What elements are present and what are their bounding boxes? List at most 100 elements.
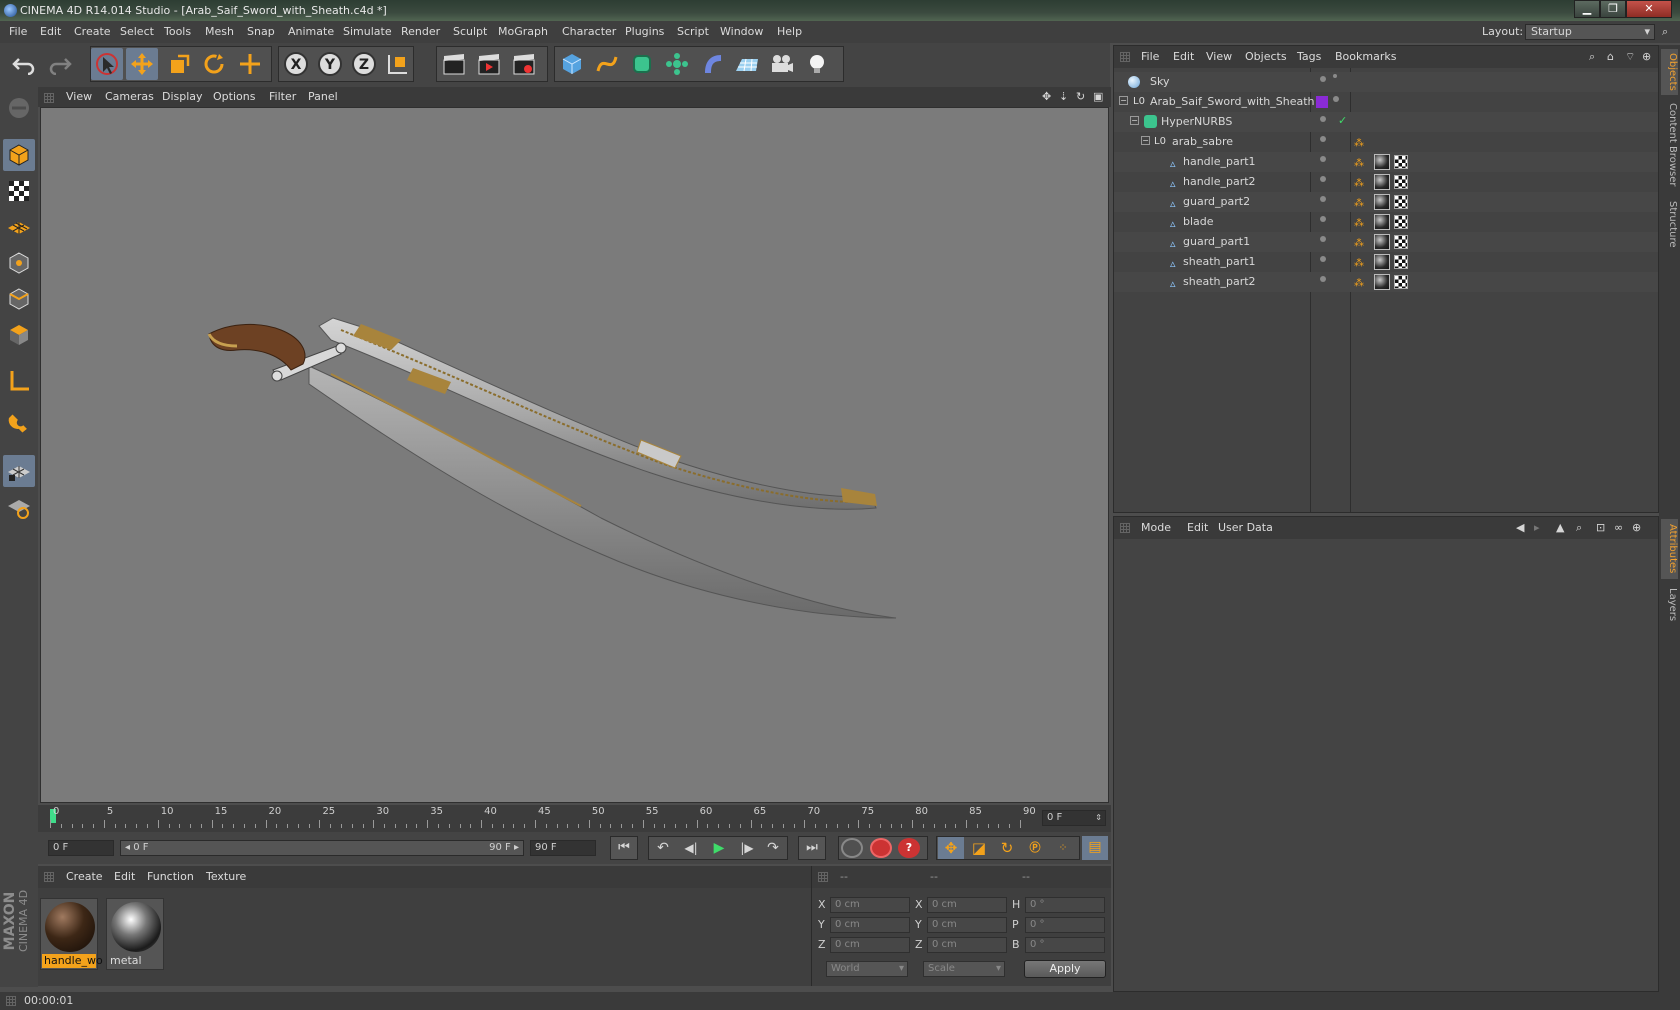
undo-button[interactable] bbox=[8, 48, 40, 80]
object-row-guard-part2[interactable]: ▵ guard_part2 ⁂ bbox=[1114, 192, 1658, 212]
object-row-hypernurbs[interactable]: − HyperNURBS ✓ bbox=[1114, 112, 1658, 132]
size-x-field[interactable]: 0 cm bbox=[927, 897, 1007, 913]
material-menu-function[interactable]: Function bbox=[147, 866, 194, 888]
menu-file[interactable]: File bbox=[9, 21, 27, 43]
coordinate-system-button[interactable] bbox=[382, 48, 414, 80]
lock-icon[interactable]: ⊡ bbox=[1596, 517, 1605, 539]
material-tag-icon[interactable] bbox=[1374, 214, 1390, 230]
record-active-button[interactable] bbox=[841, 838, 863, 858]
next-frame-button[interactable]: |▶ bbox=[734, 837, 760, 859]
uvw-tag-icon[interactable] bbox=[1394, 275, 1408, 289]
camera-button[interactable] bbox=[766, 48, 798, 80]
editor-visibility-dot[interactable] bbox=[1333, 96, 1339, 102]
apply-button[interactable]: Apply bbox=[1024, 960, 1106, 978]
workplane-mode-button[interactable] bbox=[3, 211, 35, 243]
uvw-tag-icon[interactable] bbox=[1394, 235, 1408, 249]
z-axis-lock-button[interactable]: Z bbox=[348, 48, 380, 80]
rotation-h-field[interactable]: 0 ° bbox=[1025, 897, 1105, 913]
rotation-key-button[interactable]: ↻ bbox=[994, 837, 1020, 859]
phong-tag-icon[interactable]: ⁂ bbox=[1354, 154, 1364, 174]
minimize-button[interactable]: ▁ bbox=[1574, 0, 1600, 18]
autokey-button[interactable] bbox=[870, 838, 892, 858]
timeline-ruler[interactable]: 0 5 10 15 20 25 30 35 40 45 50 55 60 65 70 75 80 85 90 0 F… bbox=[38, 805, 1111, 832]
light-button[interactable] bbox=[801, 48, 833, 80]
material-tag-icon[interactable] bbox=[1374, 254, 1390, 270]
viewport-zoom-icon[interactable]: ⇣ bbox=[1059, 87, 1068, 107]
viewport-maximize-icon[interactable]: ▣ bbox=[1093, 87, 1103, 107]
object-menu-file[interactable]: File bbox=[1141, 46, 1159, 68]
viewport-menu-panel[interactable]: Panel bbox=[308, 87, 338, 107]
frame-range-slider[interactable]: ◂ 0 F 90 F ▸ bbox=[120, 840, 524, 856]
points-mode-button[interactable] bbox=[3, 247, 35, 279]
deformer-button[interactable] bbox=[696, 48, 728, 80]
material-tag-icon[interactable] bbox=[1374, 234, 1390, 250]
object-row-arab-sabre[interactable]: − L0 arab_sabre ⁂ bbox=[1114, 132, 1658, 152]
tweak-mode-button[interactable] bbox=[3, 409, 35, 441]
material-tag-icon[interactable] bbox=[1374, 274, 1390, 290]
position-y-field[interactable]: 0 cm bbox=[830, 917, 910, 933]
point-level-key-button[interactable]: ⁘ bbox=[1050, 837, 1076, 859]
object-menu-tags[interactable]: Tags bbox=[1297, 46, 1321, 68]
spline-pen-button[interactable] bbox=[591, 48, 623, 80]
phong-tag-icon[interactable]: ⁂ bbox=[1354, 234, 1364, 254]
play-button[interactable]: ▶ bbox=[706, 837, 732, 859]
parameter-key-button[interactable]: Ⓟ bbox=[1022, 837, 1048, 859]
position-x-field[interactable]: 0 cm bbox=[830, 897, 910, 913]
phong-tag-icon[interactable]: ⁂ bbox=[1354, 254, 1364, 274]
render-settings-button[interactable] bbox=[508, 48, 540, 80]
uvw-tag-icon[interactable] bbox=[1394, 175, 1408, 189]
editor-visibility-dot[interactable] bbox=[1320, 256, 1326, 262]
size-mode-dropdown[interactable]: Scale ▾ bbox=[923, 961, 1005, 977]
phong-tag-icon[interactable]: ⁂ bbox=[1354, 134, 1364, 154]
menu-create[interactable]: Create bbox=[74, 21, 111, 43]
snap-grid-button[interactable] bbox=[3, 455, 35, 487]
material-tag-icon[interactable] bbox=[1374, 174, 1390, 190]
phong-tag-icon[interactable]: ⁂ bbox=[1354, 174, 1364, 194]
viewport-menu-display[interactable]: Display bbox=[162, 87, 203, 107]
material-tag-icon[interactable] bbox=[1374, 194, 1390, 210]
forward-arrow-icon[interactable]: ▸ bbox=[1534, 517, 1540, 539]
menu-animate[interactable]: Animate bbox=[288, 21, 334, 43]
size-y-field[interactable]: 0 cm bbox=[927, 917, 1007, 933]
object-row-sheath-part2[interactable]: ▵ sheath_part2 ⁂ bbox=[1114, 272, 1658, 292]
editor-visibility-dot[interactable] bbox=[1320, 216, 1326, 222]
phong-tag-icon[interactable]: ⁂ bbox=[1354, 274, 1364, 294]
position-z-field[interactable]: 0 cm bbox=[830, 937, 910, 953]
object-row-sheath-part1[interactable]: ▵ sheath_part1 ⁂ bbox=[1114, 252, 1658, 272]
layout-dropdown[interactable]: Startup ▾ bbox=[1525, 24, 1655, 40]
floor-environment-button[interactable] bbox=[731, 48, 763, 80]
menu-character[interactable]: Character bbox=[562, 21, 616, 43]
texture-mode-button[interactable] bbox=[3, 175, 35, 207]
menu-render[interactable]: Render bbox=[401, 21, 440, 43]
rotation-p-field[interactable]: 0 ° bbox=[1025, 917, 1105, 933]
make-editable-button[interactable] bbox=[3, 92, 35, 124]
keyframe-selection-button[interactable]: ? bbox=[898, 838, 920, 858]
back-arrow-icon[interactable]: ◀ bbox=[1516, 517, 1524, 539]
object-menu-view[interactable]: View bbox=[1206, 46, 1232, 68]
tab-attributes[interactable]: Attributes bbox=[1661, 519, 1678, 579]
attribute-menu-edit[interactable]: Edit bbox=[1187, 517, 1208, 539]
uvw-tag-icon[interactable] bbox=[1394, 215, 1408, 229]
live-selection-button[interactable] bbox=[91, 48, 123, 80]
viewport-menu-options[interactable]: Options bbox=[213, 87, 255, 107]
object-menu-objects[interactable]: Objects bbox=[1245, 46, 1287, 68]
phong-tag-icon[interactable]: ⁂ bbox=[1354, 194, 1364, 214]
render-visibility-dot[interactable] bbox=[1333, 74, 1337, 78]
search-icon[interactable]: ⌕ bbox=[1576, 517, 1582, 539]
menu-mograph[interactable]: MoGraph bbox=[498, 21, 548, 43]
viewport-menu-filter[interactable]: Filter bbox=[269, 87, 296, 107]
collapse-toggle[interactable]: − bbox=[1141, 136, 1150, 145]
material-menu-create[interactable]: Create bbox=[66, 866, 103, 888]
editor-visibility-dot[interactable] bbox=[1320, 136, 1326, 142]
material-tag-icon[interactable] bbox=[1374, 154, 1390, 170]
tab-content-browser[interactable]: Content Browser bbox=[1661, 101, 1678, 189]
editor-visibility-dot[interactable] bbox=[1320, 176, 1326, 182]
sort-icon[interactable]: ⌔ bbox=[1625, 46, 1635, 68]
rotate-tool-button[interactable] bbox=[198, 48, 230, 80]
redo-button[interactable] bbox=[44, 48, 76, 80]
enabled-check-icon[interactable]: ✓ bbox=[1338, 111, 1347, 131]
menu-snap[interactable]: Snap bbox=[247, 21, 275, 43]
new-panel-icon[interactable]: ⊕ bbox=[1632, 517, 1641, 539]
collapse-toggle[interactable]: − bbox=[1130, 116, 1139, 125]
viewport-move-icon[interactable]: ✥ bbox=[1042, 87, 1051, 107]
